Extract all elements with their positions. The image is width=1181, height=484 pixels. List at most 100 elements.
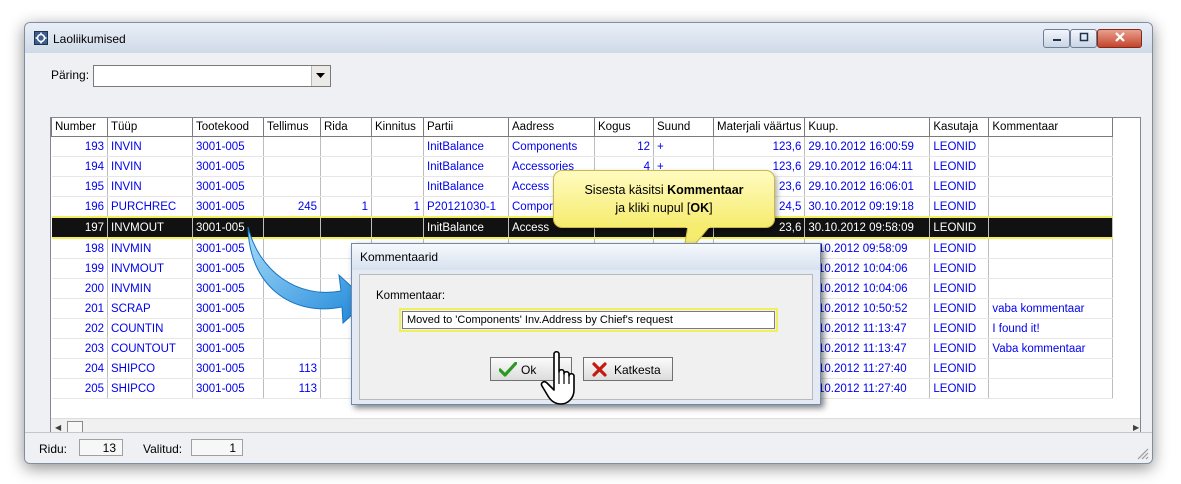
table-cell: 3001-005 [192, 358, 264, 379]
red-x-icon [592, 362, 607, 377]
table-row[interactable]: 193 INVIN 3001-005 InitBalance Components 12 +… [51, 136, 1114, 157]
table-cell: 30.10.2012 09:19:18 [804, 196, 931, 218]
app-icon [34, 31, 48, 45]
table-cell: COUNTOUT [107, 338, 193, 359]
column-header[interactable]: Kasutaja [929, 118, 990, 137]
query-label: Päring: [51, 68, 90, 82]
table-cell: 1 [371, 196, 424, 218]
table-cell [988, 378, 1114, 399]
table-cell: 1 [320, 196, 372, 218]
close-icon [1114, 32, 1125, 42]
table-cell [371, 156, 424, 177]
table-cell: 201 [51, 298, 108, 319]
callout-line-1: Sisesta käsitsi Kommentaar [554, 181, 774, 199]
table-cell: LEONID [929, 196, 990, 218]
checkmark-icon [499, 362, 517, 377]
callout-text: ] [709, 201, 713, 215]
column-header[interactable]: Kogus [594, 118, 654, 137]
table-cell: 195 [51, 176, 108, 197]
status-bar: Ridu: 13 Valitud: 1 [25, 432, 1152, 463]
column-header[interactable]: Materjali väärtus [712, 118, 806, 137]
table-cell: INVMOUT [107, 258, 193, 279]
table-cell: LEONID [929, 378, 990, 399]
column-header[interactable]: Number [51, 118, 108, 137]
table-cell: 3001-005 [192, 338, 264, 359]
table-cell: 0.10.2012 11:13:47 [804, 338, 931, 359]
table-cell: 194 [51, 156, 108, 177]
table-cell: InitBalance [423, 216, 509, 239]
chevron-down-icon [316, 73, 325, 78]
cancel-button[interactable]: Katkesta [583, 357, 673, 381]
table-cell [988, 258, 1114, 279]
table-cell: 29.10.2012 16:04:11 [804, 156, 931, 177]
table-cell: LEONID [929, 278, 990, 299]
table-cell: vaba kommentaar [988, 298, 1114, 319]
callout-line-2: ja kliki nupul [OK] [554, 199, 774, 217]
table-cell [988, 176, 1114, 197]
table-cell: 3001-005 [192, 176, 264, 197]
comment-label: Kommentaar: [376, 290, 446, 302]
table-cell: 123,6 [713, 136, 806, 157]
maximize-icon [1079, 32, 1088, 42]
query-dropdown-button[interactable] [311, 66, 330, 86]
comment-input[interactable]: Moved to 'Components' Inv.Address by Chi… [399, 308, 778, 332]
title-bar[interactable]: Laoliikumised [25, 23, 1152, 53]
table-cell: 3001-005 [192, 156, 264, 177]
table-cell: 0.10.2012 10:50:52 [804, 298, 931, 319]
table-cell [988, 136, 1114, 157]
table-cell: 245 [263, 196, 321, 218]
table-cell [263, 136, 321, 157]
dialog-title-bar[interactable]: Kommentaarid [352, 244, 820, 270]
column-header[interactable]: Tüüp [107, 118, 193, 137]
table-cell: INVIN [107, 156, 193, 177]
query-select[interactable] [93, 65, 331, 87]
table-cell: 203 [51, 338, 108, 359]
column-header[interactable]: Kinnitus [371, 118, 424, 137]
column-header[interactable]: Rida [320, 118, 372, 137]
close-button[interactable] [1097, 29, 1142, 48]
maximize-button[interactable] [1070, 29, 1097, 48]
column-header[interactable]: Tellimus [263, 118, 321, 137]
table-cell: InitBalance [423, 156, 509, 177]
column-header[interactable]: Suund [653, 118, 714, 137]
column-header[interactable]: Aadress [508, 118, 595, 137]
table-cell [988, 278, 1114, 299]
resize-grip-icon[interactable] [1137, 448, 1149, 460]
cancel-button-label: Katkesta [614, 363, 661, 377]
table-cell: LEONID [929, 298, 990, 319]
table-cell: 193 [51, 136, 108, 157]
scroll-right-icon[interactable]: ▶ [1133, 423, 1139, 432]
scroll-left-icon[interactable]: ◀ [55, 423, 61, 432]
table-cell: INVIN [107, 176, 193, 197]
table-cell: InitBalance [423, 136, 509, 157]
table-cell: 205 [51, 378, 108, 399]
table-cell [988, 238, 1114, 259]
table-cell [371, 136, 424, 157]
table-cell: LEONID [929, 216, 990, 239]
table-cell: INVMIN [107, 238, 193, 259]
table-cell: LEONID [929, 258, 990, 279]
table-cell [320, 176, 372, 197]
callout-text: Sisesta käsitsi [584, 183, 668, 197]
column-header[interactable]: Kuup. [804, 118, 931, 137]
minimize-button[interactable] [1043, 29, 1070, 48]
column-header[interactable]: Kommentaar [988, 118, 1114, 137]
column-header[interactable]: Partii [423, 118, 509, 137]
table-cell: 3001-005 [192, 196, 264, 218]
table-cell: 3001-005 [192, 378, 264, 399]
table-cell [988, 196, 1114, 218]
comments-dialog: Kommentaarid Kommentaar: Moved to 'Compo… [351, 243, 821, 405]
column-header[interactable]: Tootekood [192, 118, 264, 137]
table-cell [320, 136, 372, 157]
table-cell: INVMOUT [107, 216, 193, 239]
table-cell: 204 [51, 358, 108, 379]
table-cell: Vaba kommentaar [988, 338, 1114, 359]
callout-text: ja kliki nupul [ [615, 201, 691, 215]
table-cell: LEONID [929, 358, 990, 379]
table-cell: I found it! [988, 318, 1114, 339]
table-cell: 198 [51, 238, 108, 259]
table-cell: INVMIN [107, 278, 193, 299]
header-row: Number Tüüp Tootekood Tellimus Rida Kinnitus P… [51, 118, 1114, 137]
table-cell: LEONID [929, 318, 990, 339]
table-cell: 29.10.2012 16:06:01 [804, 176, 931, 197]
